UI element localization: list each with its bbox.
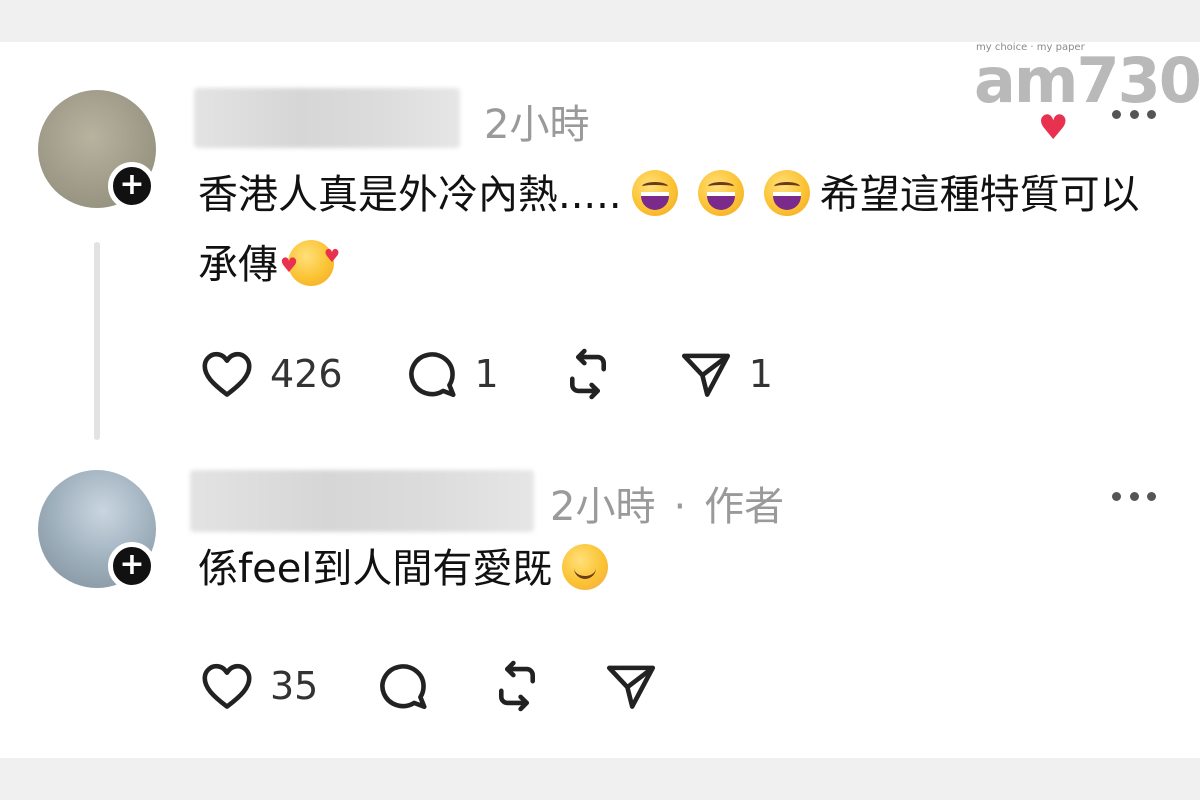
repost-button[interactable] xyxy=(488,657,546,715)
send-icon xyxy=(681,353,730,397)
grinning-face-emoji-icon xyxy=(763,170,810,216)
comment-body: 香港人真是外冷內熱..... 希望這種特質可以承傳 xyxy=(198,160,1158,300)
comment-body: 係feel到人間有愛既 xyxy=(198,534,1158,604)
comment-text-part: 香港人真是外冷內熱..... xyxy=(198,172,622,218)
reply-button[interactable]: 1 xyxy=(403,345,499,403)
follow-plus-icon[interactable]: + xyxy=(108,542,156,590)
grinning-face-emoji-icon xyxy=(697,170,744,216)
like-count: 426 xyxy=(270,352,343,396)
speech-bubble-icon xyxy=(408,352,456,398)
more-dots-icon[interactable] xyxy=(1112,490,1156,502)
grinning-face-emoji-icon xyxy=(631,170,678,216)
comment-thread-1: + 2小時 香港人真是外冷內熱.....希望這種特質可以承傳 426 1 xyxy=(0,42,1200,462)
send-icon xyxy=(607,665,656,709)
share-button[interactable] xyxy=(602,657,660,715)
heart-icon xyxy=(202,351,252,397)
repost-button[interactable] xyxy=(559,345,617,403)
share-button[interactable]: 1 xyxy=(677,345,773,403)
like-button[interactable]: 426 xyxy=(198,345,343,403)
meta-separator: · xyxy=(673,484,687,530)
reply-count: 1 xyxy=(474,352,499,396)
follow-plus-icon[interactable]: + xyxy=(108,162,156,210)
smiling-face-with-hearts-emoji-icon xyxy=(280,222,340,300)
reply-button[interactable] xyxy=(374,657,432,715)
timestamp-text: 2小時 xyxy=(484,102,590,148)
thread-connector-line xyxy=(94,242,100,440)
comment-actions: 35 xyxy=(198,656,716,716)
comment-actions: 426 1 1 xyxy=(198,344,833,404)
timestamp-text: 2小時 xyxy=(550,484,656,530)
comment-timestamp: 2小時 · 作者 xyxy=(550,474,784,532)
speech-bubble-icon xyxy=(380,664,427,710)
comment-thread-2: + 2小時 · 作者 係feel到人間有愛既 35 xyxy=(0,462,1200,758)
share-count: 1 xyxy=(748,352,773,396)
username-blurred[interactable] xyxy=(190,470,534,532)
author-tag: 作者 xyxy=(704,484,785,530)
repost-icon xyxy=(499,660,536,712)
repost-icon xyxy=(569,348,606,400)
smiling-face-emoji-icon xyxy=(562,544,609,590)
like-count: 35 xyxy=(270,664,319,708)
more-dots-icon[interactable] xyxy=(1112,108,1156,120)
username-blurred[interactable] xyxy=(194,88,460,148)
like-button[interactable]: 35 xyxy=(198,657,318,715)
comment-timestamp: 2小時 xyxy=(484,92,589,150)
heart-icon xyxy=(202,663,252,709)
comment-text: 係feel到人間有愛既 xyxy=(198,546,553,592)
